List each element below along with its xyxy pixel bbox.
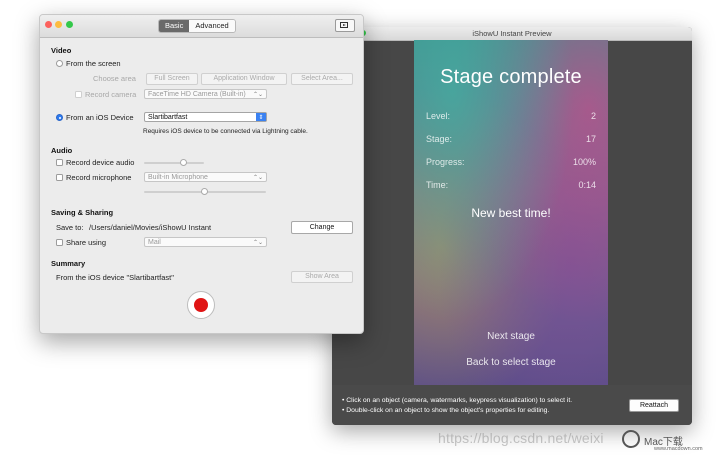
stat-label: Level: bbox=[426, 111, 451, 121]
stat-label: Progress: bbox=[426, 157, 465, 167]
preview-toggle-button[interactable] bbox=[335, 19, 355, 32]
from-ios-label: From an iOS Device bbox=[66, 113, 134, 122]
audio-heading: Audio bbox=[51, 146, 73, 155]
ios-device-value: Slartibartfast bbox=[148, 114, 188, 121]
save-path: /Users/daniel/Movies/iShowU Instant bbox=[89, 223, 212, 232]
device-audio-slider[interactable] bbox=[144, 162, 204, 164]
record-camera-checkbox[interactable] bbox=[75, 91, 82, 98]
change-button[interactable]: Change bbox=[291, 221, 353, 234]
record-microphone-checkbox[interactable] bbox=[56, 174, 63, 181]
tab-advanced[interactable]: Advanced bbox=[189, 20, 235, 32]
save-to-label: Save to: bbox=[56, 223, 84, 232]
stat-stage: Stage: 17 bbox=[426, 134, 596, 146]
summary-text: From the iOS device "Slartibartfast" bbox=[56, 273, 174, 282]
chevron-updown-icon: ⌃⌄ bbox=[252, 92, 263, 98]
microphone-select[interactable]: Built-in Microphone ⌃⌄ bbox=[144, 172, 267, 182]
record-device-audio-label: Record device audio bbox=[66, 158, 135, 167]
record-microphone-label: Record microphone bbox=[66, 173, 132, 182]
summary-heading: Summary bbox=[51, 259, 86, 268]
stat-level: Level: 2 bbox=[426, 111, 596, 123]
camera-select[interactable]: FaceTime HD Camera (Built-in) ⌃⌄ bbox=[144, 89, 267, 99]
saving-heading: Saving & Sharing bbox=[51, 208, 114, 217]
share-using-label: Share using bbox=[66, 238, 107, 247]
record-button[interactable] bbox=[187, 291, 215, 319]
slider-knob[interactable] bbox=[201, 188, 208, 195]
from-screen-label: From the screen bbox=[66, 59, 121, 68]
chevron-updown-icon: ⌃⌄ bbox=[252, 175, 263, 181]
from-ios-radio[interactable] bbox=[56, 114, 63, 121]
settings-window: Basic Advanced Video From the screen Cho… bbox=[39, 14, 364, 334]
choose-area-label: Choose area bbox=[93, 74, 136, 83]
stat-value: 17 bbox=[585, 134, 596, 144]
stat-time: Time: 0:14 bbox=[426, 180, 596, 192]
hint-select: • Click on an object (camera, watermarks… bbox=[342, 397, 573, 404]
watermark-site-url: www.macdown.com bbox=[654, 446, 703, 452]
preview-window: iShowU Instant Preview Stage complete Le… bbox=[332, 27, 692, 425]
reattach-button[interactable]: Reattach bbox=[629, 399, 679, 412]
record-icon bbox=[194, 298, 208, 312]
settings-titlebar: Basic Advanced bbox=[40, 15, 363, 38]
ios-device-select[interactable]: Slartibartfast ⇕ bbox=[144, 112, 267, 122]
window-zoom-button[interactable] bbox=[66, 21, 73, 28]
window-minimize-button[interactable] bbox=[55, 21, 62, 28]
stat-progress: Progress: 100% bbox=[426, 157, 596, 169]
application-window-button[interactable]: Application Window bbox=[201, 73, 287, 85]
microphone-select-value: Built-in Microphone bbox=[148, 174, 208, 181]
stat-label: Stage: bbox=[426, 134, 453, 144]
preview-window-title: iShowU Instant Preview bbox=[472, 29, 552, 38]
chevron-updown-icon: ⇕ bbox=[256, 113, 266, 121]
macdown-logo-icon bbox=[622, 430, 640, 448]
show-area-button[interactable]: Show Area bbox=[291, 271, 353, 283]
video-heading: Video bbox=[51, 46, 72, 55]
ios-note: Requires iOS device to be connected via … bbox=[143, 128, 308, 135]
window-close-button[interactable] bbox=[45, 21, 52, 28]
play-icon bbox=[340, 22, 348, 28]
share-service-value: Mail bbox=[148, 239, 161, 246]
tab-basic[interactable]: Basic bbox=[159, 20, 190, 32]
from-screen-radio[interactable] bbox=[56, 60, 63, 67]
full-screen-button[interactable]: Full Screen bbox=[146, 73, 198, 85]
select-area-button[interactable]: Select Area... bbox=[291, 73, 353, 85]
best-time-text: New best time! bbox=[471, 206, 551, 220]
mode-tabs: Basic Advanced bbox=[158, 19, 236, 33]
hint-edit: • Double-click on an object to show the … bbox=[342, 407, 550, 414]
back-to-select-button[interactable]: Back to select stage bbox=[414, 357, 608, 368]
stat-value: 100% bbox=[572, 157, 596, 167]
stat-label: Time: bbox=[426, 180, 449, 190]
share-service-select[interactable]: Mail ⌃⌄ bbox=[144, 237, 267, 247]
game-stage[interactable]: Stage complete Level: 2 Stage: 17 Progre… bbox=[414, 40, 608, 385]
slider-knob[interactable] bbox=[180, 159, 187, 166]
preview-footer: • Click on an object (camera, watermarks… bbox=[332, 385, 692, 425]
stat-value: 2 bbox=[590, 111, 596, 121]
watermark-url: https://blog.csdn.net/weixi bbox=[438, 430, 604, 446]
record-device-audio-checkbox[interactable] bbox=[56, 159, 63, 166]
preview-titlebar: iShowU Instant Preview bbox=[332, 27, 692, 41]
next-stage-button[interactable]: Next stage bbox=[414, 331, 608, 342]
record-camera-label: Record camera bbox=[85, 90, 137, 99]
chevron-updown-icon: ⌃⌄ bbox=[252, 240, 263, 246]
stat-value: 0:14 bbox=[578, 180, 596, 190]
camera-select-value: FaceTime HD Camera (Built-in) bbox=[148, 91, 246, 98]
stage-title: Stage complete bbox=[440, 66, 582, 88]
share-using-checkbox[interactable] bbox=[56, 239, 63, 246]
